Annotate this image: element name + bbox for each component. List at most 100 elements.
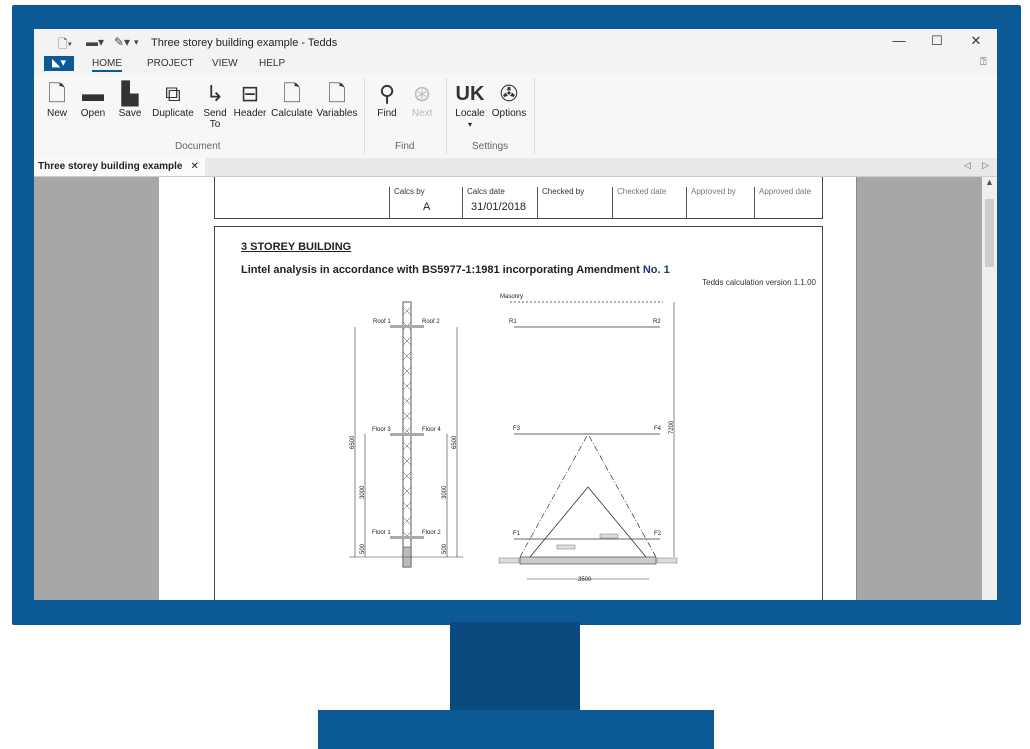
header-label: Header	[233, 108, 267, 119]
approved-date-cell: Approved date	[754, 187, 823, 218]
find-button[interactable]: ⚲ Find	[372, 80, 402, 119]
approved-by-label: Approved by	[691, 187, 736, 196]
help-icon[interactable]: ⍰	[980, 56, 987, 69]
checked-by-label: Checked by	[542, 187, 585, 196]
new-document-quick-icon[interactable]: 🗋▾	[58, 35, 72, 56]
new-label: New	[46, 108, 67, 119]
column-elevation: Roof 1 Roof 2 Floor 3 Floor 4 Floor 1 Fl…	[349, 301, 463, 568]
approved-by-cell: Approved by	[686, 187, 755, 218]
app-window: 🗋▾ ▬▾ ✎▾ ▾ Three storey building example…	[34, 29, 997, 600]
header-icon: ⊟	[240, 81, 260, 106]
find-label: Find	[377, 108, 397, 119]
send-to-label-line1: Send	[203, 108, 227, 119]
close-tab-icon[interactable]: ✕	[190, 161, 198, 172]
new-document-icon: 🗋	[48, 81, 66, 106]
customize-quick-access-icon[interactable]: ✎▾	[114, 35, 130, 49]
locale-button[interactable]: UK Locale ▾	[454, 80, 486, 130]
calcs-date-cell: Calcs date 31/01/2018	[462, 187, 538, 218]
ribbon-tab-row: ◣▾ HOME PROJECT VIEW HELP ⍰	[34, 56, 997, 74]
window-title: Three storey building example - Tedds	[151, 37, 338, 49]
tab-scroll-left-icon[interactable]: ◁	[964, 160, 971, 171]
floor-slab-lower	[390, 536, 424, 539]
document-view[interactable]: Calcs by A Calcs date 31/01/2018 Checked…	[34, 177, 982, 600]
minimize-button[interactable]: —	[889, 33, 909, 48]
header-button[interactable]: ⊟ Header	[232, 80, 268, 119]
tab-view[interactable]: VIEW	[212, 58, 238, 69]
next-button[interactable]: ⊛ Next	[408, 80, 436, 119]
calculate-button[interactable]: 🗋 Calculate	[270, 80, 314, 119]
duplicate-button[interactable]: ⧉ Duplicate	[149, 80, 197, 119]
scroll-up-icon[interactable]: ▲	[985, 177, 994, 187]
lintel-diagram: Roof 1 Roof 2 Floor 3 Floor 4 Floor 1 Fl…	[349, 294, 678, 583]
tab-project[interactable]: PROJECT	[147, 58, 194, 69]
options-button[interactable]: ✇ Options	[489, 80, 529, 119]
load-triangle	[529, 486, 647, 558]
chevron-down-icon: ▾	[467, 120, 472, 129]
lintel-elevation: Masonry R1 R2 F3 F4 F1 F2 7200 3500	[498, 294, 678, 583]
quick-access-menu-icon[interactable]: ▾	[134, 37, 139, 48]
floor2-label: Floor 2	[422, 530, 441, 536]
save-icon: ▙	[121, 81, 139, 106]
next-icon: ⊛	[412, 81, 432, 106]
ribbon: 🗋 New ▬ Open ▙ Save ⧉ Duplicate ↳ Send T…	[34, 74, 997, 159]
masonry-label: Masonry	[500, 294, 523, 300]
approved-date-label: Approved date	[759, 187, 812, 196]
variables-label: Variables	[316, 108, 358, 119]
calc-page: Calcs by A Calcs date 31/01/2018 Checked…	[159, 177, 857, 600]
send-to-icon: ↳	[205, 81, 225, 106]
save-label: Save	[118, 108, 142, 119]
open-quick-icon[interactable]: ▬▾	[86, 35, 104, 49]
calcs-date-label: Calcs date	[467, 187, 505, 196]
dim-500-right: 500	[442, 543, 448, 554]
maximize-button[interactable]: ☐	[927, 33, 947, 49]
send-to-button[interactable]: ↳ Send To	[200, 80, 230, 130]
scrollbar-thumb[interactable]	[985, 199, 994, 267]
calculate-label: Calculate	[271, 108, 313, 119]
variables-icon: 🗋	[328, 81, 346, 106]
monitor-neck	[450, 622, 580, 712]
group-separator	[446, 78, 447, 154]
checked-date-label: Checked date	[617, 187, 667, 196]
roof1-label: Roof 1	[373, 319, 391, 325]
locale-uk-icon: UK	[455, 83, 485, 105]
roof2-label: Roof 2	[422, 319, 440, 325]
floor3-label: Floor 3	[372, 427, 391, 433]
save-button[interactable]: ▙ Save	[117, 80, 143, 119]
vertical-scrollbar[interactable]: ▲	[982, 177, 997, 600]
dim-3500: 3500	[578, 577, 592, 583]
dim-6500-right: 6500	[452, 435, 458, 449]
open-label: Open	[80, 108, 106, 119]
document-tab[interactable]: Three storey building example ✕	[34, 158, 205, 176]
search-icon: ⚲	[378, 81, 396, 106]
settings-group-label: Settings	[472, 141, 509, 152]
calcs-date-value: 31/01/2018	[471, 201, 527, 213]
next-label: Next	[411, 108, 433, 119]
options-label: Options	[491, 108, 527, 119]
new-button[interactable]: 🗋 New	[44, 80, 70, 119]
wrench-gear-icon: ✇	[499, 81, 519, 106]
lintel-beam	[519, 556, 657, 565]
floor4-label: Floor 4	[422, 427, 441, 433]
calcs-by-label: Calcs by	[394, 187, 425, 196]
locale-label: Locale	[455, 108, 485, 119]
send-to-label-line2: To	[209, 119, 221, 130]
close-button[interactable]: ✕	[966, 33, 986, 49]
find-group-label: Find	[395, 141, 415, 152]
tab-scroll-right-icon[interactable]: ▷	[982, 160, 989, 171]
document-tab-bar: Three storey building example ✕ ◁ ▷	[34, 158, 997, 177]
dim-7200: 7200	[669, 420, 675, 434]
tab-help[interactable]: HELP	[259, 58, 285, 69]
variables-button[interactable]: 🗋 Variables	[316, 80, 358, 119]
tab-home[interactable]: HOME	[92, 58, 122, 72]
f1-label: F1	[513, 531, 521, 537]
dim-6500-left: 6500	[350, 435, 356, 449]
open-button[interactable]: ▬ Open	[78, 80, 108, 119]
calcs-by-cell: Calcs by A	[389, 187, 463, 218]
floor-slab-upper	[390, 433, 424, 436]
dim-500-left: 500	[360, 543, 366, 554]
file-menu-button[interactable]: ◣▾	[44, 56, 74, 71]
calc-content: 3 STOREY BUILDING Lintel analysis in acc…	[214, 226, 823, 600]
dim-3000-left: 3000	[360, 485, 366, 499]
calculate-icon: 🗋	[283, 81, 301, 106]
roof-slab	[390, 325, 424, 328]
